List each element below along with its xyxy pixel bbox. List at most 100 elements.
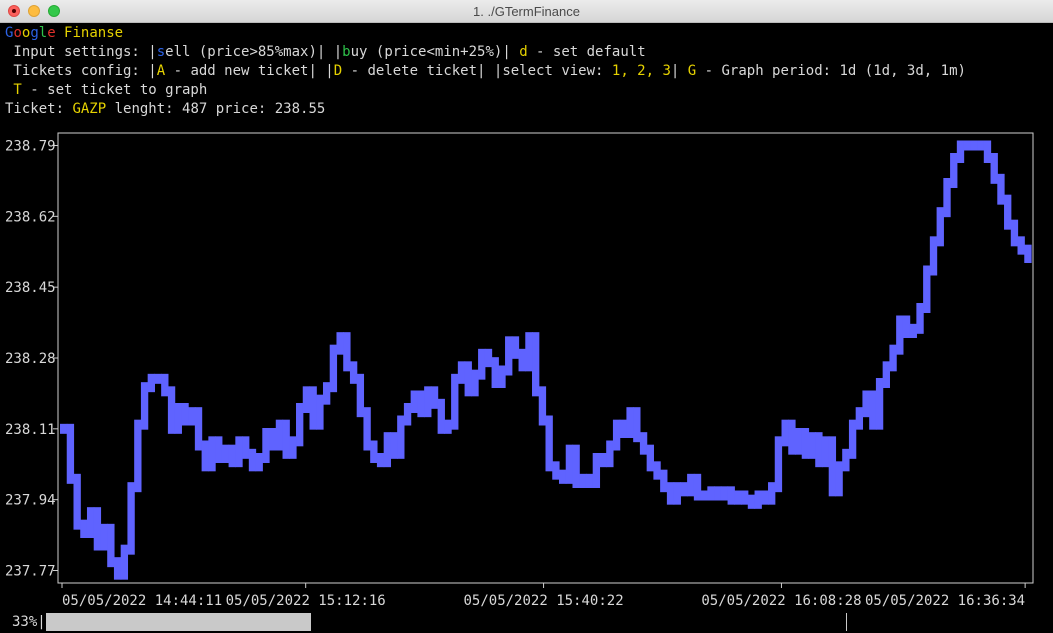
- price-bar: [552, 461, 560, 480]
- price-bar: [558, 469, 567, 484]
- x-tick-label: 05/05/2022 14:44:11: [62, 593, 222, 609]
- price-bar: [100, 523, 108, 551]
- x-tick-label: 05/05/2022 16:36:34: [865, 593, 1025, 609]
- price-bar: [545, 415, 553, 472]
- price-bar: [73, 473, 81, 530]
- price-bar: [532, 332, 540, 397]
- view-hotkeys[interactable]: 1, 2, 3: [612, 63, 671, 79]
- price-bar: [329, 344, 338, 393]
- price-bar: [828, 436, 837, 497]
- price-bar: [869, 390, 877, 430]
- price-bar: [262, 428, 270, 463]
- price-bar: [761, 490, 769, 505]
- price-bar: [181, 403, 189, 426]
- price-bar: [687, 473, 695, 497]
- price-bar: [579, 473, 587, 488]
- price-bar: [370, 440, 378, 463]
- price-bar: [86, 507, 95, 538]
- x-axis: 05/05/2022 14:44:11 05/05/2022 15:12:16 05…: [61, 583, 1026, 609]
- brand-line: Google Finanse: [5, 24, 123, 42]
- price-bar: [161, 373, 169, 397]
- price-bar: [788, 419, 796, 455]
- plot-border: [57, 132, 1034, 584]
- price-bar: [936, 207, 944, 247]
- price-bar: [639, 432, 648, 455]
- price-bar: [720, 486, 729, 501]
- status-bar: 33%|: [0, 612, 1053, 632]
- graph-period-text: - Graph period: 1d (1d, 3d, 1m): [696, 63, 966, 79]
- price-bar: [855, 407, 864, 430]
- ticker-symbol: GAZP: [72, 101, 107, 117]
- price-bar: [309, 386, 317, 430]
- price-bar: [660, 469, 668, 493]
- window-title: 1. ./GTermFinance: [473, 4, 580, 19]
- delete-ticket-text: - delete ticket| |select view:: [342, 63, 612, 79]
- add-ticket-hotkey[interactable]: A: [157, 63, 165, 79]
- scrollbar-thumb[interactable]: [46, 613, 311, 631]
- price-chart: 238.79 238.62 238.45 238.28 238.11 237.94 237.…: [5, 132, 1034, 609]
- price-bar: [120, 544, 129, 580]
- price-bar: [538, 386, 547, 426]
- brand-letter: l: [38, 25, 48, 41]
- price-bar: [134, 419, 142, 493]
- scroll-marker: [846, 613, 847, 631]
- price-bar: [505, 336, 513, 376]
- price-bar: [768, 482, 776, 505]
- terminal-screen[interactable]: Google Finanse Input settings: |sell (pr…: [0, 22, 1053, 633]
- y-tick-label: 238.79: [5, 139, 56, 155]
- price-bar: [1010, 219, 1019, 247]
- price-bar: [410, 390, 418, 413]
- price-bar: [970, 140, 978, 151]
- price-bar: [572, 444, 580, 488]
- price-bar: [862, 390, 870, 418]
- price-bar: [693, 473, 702, 501]
- price-bar: [417, 390, 425, 418]
- price-bar: [174, 403, 182, 434]
- price-bar: [619, 419, 628, 438]
- price-bar: [956, 140, 965, 163]
- price-bar: [902, 315, 911, 338]
- price-bar: [923, 265, 931, 313]
- price-bar: [444, 419, 452, 434]
- default-hotkey[interactable]: d: [519, 44, 527, 60]
- price-bar: [349, 361, 358, 384]
- price-bar: [107, 523, 115, 568]
- graph-period-hotkey[interactable]: G: [688, 63, 696, 79]
- price-bar: [60, 423, 68, 434]
- price-bar: [302, 386, 311, 413]
- price-bar: [633, 407, 641, 443]
- price-bar: [147, 373, 155, 393]
- price-bar: [228, 444, 236, 468]
- price-bar: [808, 432, 816, 459]
- price-bar: [754, 490, 762, 509]
- price-bar: [950, 153, 958, 188]
- price-bar: [464, 361, 472, 397]
- price-bar: [154, 373, 162, 384]
- price-bar: [653, 461, 661, 480]
- price-bar: [943, 178, 951, 218]
- price-bar: [201, 440, 209, 472]
- scroll-percent: 33%|: [12, 614, 46, 630]
- sell-hotkey[interactable]: s: [157, 44, 165, 60]
- price-bar: [424, 386, 432, 418]
- brand-letter: o: [13, 25, 22, 41]
- price-bar: [471, 369, 479, 397]
- delete-ticket-hotkey[interactable]: D: [334, 63, 342, 79]
- buy-hotkey[interactable]: b: [342, 44, 350, 60]
- price-bar: [916, 303, 924, 334]
- price-bar: [343, 332, 351, 372]
- x-tick-label: 05/05/2022 15:12:16: [226, 593, 386, 609]
- price-bar: [741, 490, 749, 505]
- y-axis: 238.79 238.62 238.45 238.28 238.11 237.94 237.…: [5, 139, 58, 580]
- price-bar: [815, 432, 823, 468]
- price-bar: [376, 453, 385, 468]
- price-bar: [565, 444, 574, 484]
- price-bar: [215, 436, 223, 463]
- price-bar: [437, 398, 445, 434]
- price-bar: [430, 386, 439, 409]
- price-bar: [127, 482, 135, 555]
- set-ticket-text: - set ticket to graph: [21, 82, 208, 98]
- set-ticket-hotkey[interactable]: T: [5, 82, 21, 98]
- price-bar: [612, 419, 621, 451]
- y-tick-label: 238.11: [5, 422, 56, 438]
